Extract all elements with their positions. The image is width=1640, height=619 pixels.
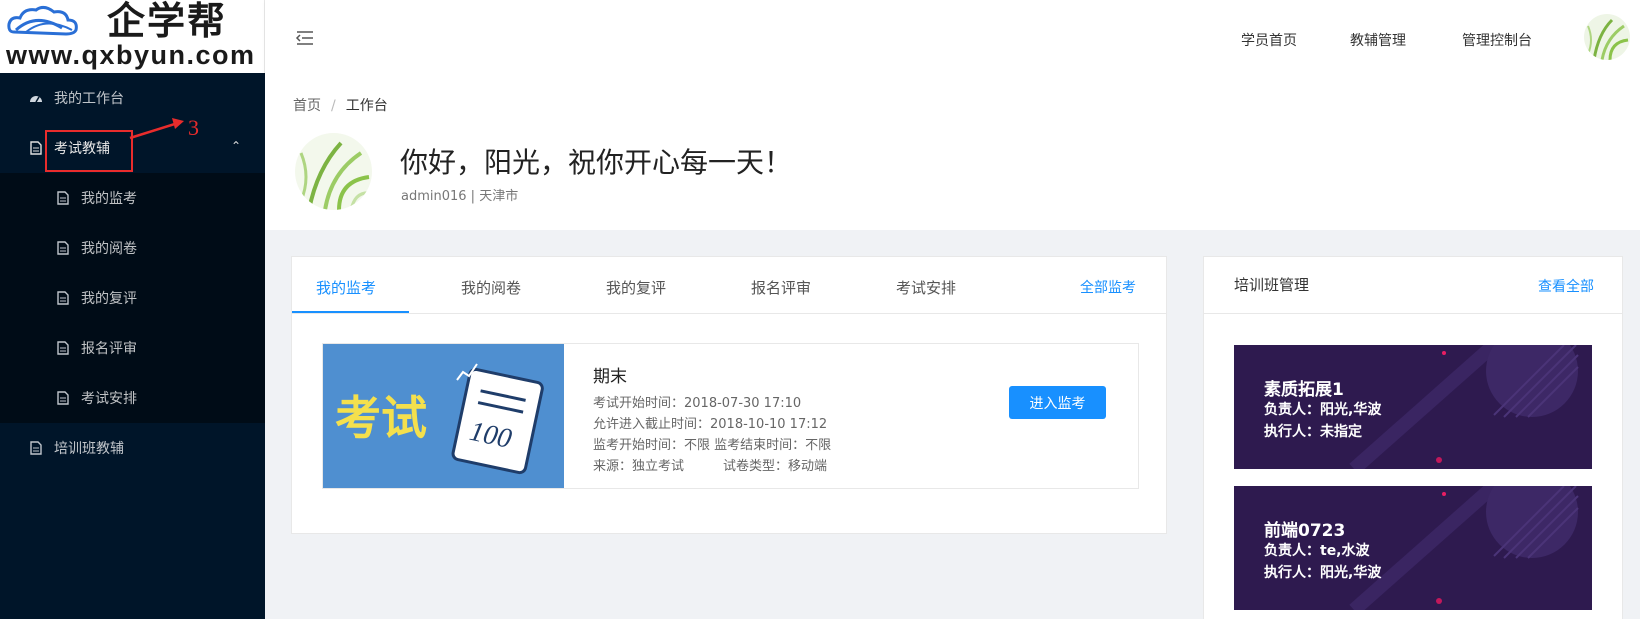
document-icon [55,340,71,356]
exam-tabs: 我的监考 我的阅卷 我的复评 报名评审 考试安排 全部监考 [292,257,1166,314]
annotation-arrow: 3 [129,115,199,140]
tab-my-proctor[interactable]: 我的监考 [316,277,376,298]
logo-name: 企学帮 [107,0,228,43]
breadcrumb-current: 工作台 [345,98,388,114]
nav-student-home[interactable]: 学员首页 [1241,30,1297,50]
nav-admin-console[interactable]: 管理控制台 [1462,30,1532,50]
exam-thumbnail: 考试 100 [323,344,564,488]
nav-tutoring-admin[interactable]: 教辅管理 [1350,30,1406,50]
active-tab-indicator [292,311,409,313]
exam-entry-deadline: 允许进入截止时间：2018-10-10 17:12 [593,417,828,432]
sidebar-item-training-assist[interactable]: 培训班教辅 [0,423,265,473]
greeting-subtitle: admin016 | 天津市 [401,189,519,204]
document-icon [28,440,44,456]
annotation-highlight-box [45,130,133,172]
tab-my-review[interactable]: 我的复评 [606,277,666,298]
exam-source-type: 来源：独立考试 试卷类型：移动端 [593,459,828,474]
class-owner: 负责人：阳光,华波 [1264,402,1382,418]
chevron-up-icon: ⌃ [230,139,241,153]
class-executor: 执行人：阳光,华波 [1264,565,1382,581]
document-icon [28,140,44,156]
all-proctor-link[interactable]: 全部监考 [1080,277,1136,297]
dashboard-icon [28,90,44,106]
top-header: 学员首页 教辅管理 管理控制台 [265,0,1640,73]
menu-fold-icon[interactable] [295,30,315,46]
sidebar-item-my-grading[interactable]: 我的阅卷 [0,223,265,273]
breadcrumb-home[interactable]: 首页 [293,98,321,114]
sidebar-item-registration-review[interactable]: 报名评审 [0,323,265,373]
sidebar-item-exam-schedule[interactable]: 考试安排 [0,373,265,423]
breadcrumb: 首页 / 工作台 [293,98,388,114]
training-panel-header: 培训班管理 查看全部 [1204,257,1622,314]
class-name: 素质拓展1 [1264,380,1344,400]
greeting-title: 你好，阳光，祝你开心每一天！ [400,146,793,179]
sidebar-item-label: 我的工作台 [54,91,124,107]
annotation-number: 3 [188,115,199,140]
tab-my-grading[interactable]: 我的阅卷 [461,277,521,298]
cloud-logo-icon [7,5,78,36]
exam-info: 期末 考试开始时间：2018-07-30 17:10 允许进入截止时间：2018… [593,362,831,477]
profile-avatar [295,133,372,210]
page-header: 首页 / 工作台 你好，阳光，祝你开心每一天！ admin016 | 天津市 [265,73,1640,230]
training-panel-title: 培训班管理 [1234,276,1310,294]
exam-title: 期末 [593,367,627,387]
document-icon [55,190,71,206]
class-executor: 执行人：未指定 [1264,424,1362,440]
tab-exam-schedule[interactable]: 考试安排 [896,277,956,298]
class-owner: 负责人：te,水波 [1264,543,1370,559]
sidebar-item-my-proctor[interactable]: 我的监考 [0,173,265,223]
sidebar-item-label: 报名评审 [81,341,137,357]
thumb-exam-text: 考试 [335,391,427,445]
exam-start-time: 考试开始时间：2018-07-30 17:10 [593,396,802,411]
document-icon [55,240,71,256]
training-panel: 培训班管理 查看全部 素质拓展1 负责人：阳光,华波 执行人：未指定 前端072… [1203,256,1623,619]
sidebar-item-my-review[interactable]: 我的复评 [0,273,265,323]
sidebar-item-label: 培训班教辅 [54,441,124,457]
proctor-time-range: 监考开始时间：不限 监考结束时间：不限 [593,438,832,453]
sidebar-item-label: 我的复评 [81,291,137,307]
sidebar-item-label: 我的监考 [81,191,137,207]
tab-registration-review[interactable]: 报名评审 [751,277,811,298]
view-all-link[interactable]: 查看全部 [1538,276,1594,296]
training-class-card[interactable]: 前端0723 负责人：te,水波 执行人：阳光,华波 [1234,486,1592,610]
training-class-card[interactable]: 素质拓展1 负责人：阳光,华波 执行人：未指定 [1234,345,1592,469]
user-avatar[interactable] [1584,14,1630,60]
sidebar-submenu: 我的监考 我的阅卷 我的复评 报名评审 考试安排 [0,173,265,423]
exam-list-item: 考试 100 期末 考试开始时间：2018-07-30 17:10 允许进入截止… [322,343,1139,489]
document-icon [55,390,71,406]
sidebar-item-label: 我的阅卷 [81,241,137,257]
class-name: 前端0723 [1264,521,1346,541]
exam-panel: 我的监考 我的阅卷 我的复评 报名评审 考试安排 全部监考 考试 100 期末 [291,256,1167,534]
enter-proctor-button[interactable]: 进入监考 [1009,386,1106,419]
document-icon [55,290,71,306]
logo[interactable]: 企学帮 www.qxbyun.com [0,0,265,73]
sidebar: 企学帮 www.qxbyun.com 我的工作台 考试教辅 ⌃ 我的监考 我的阅… [0,0,265,619]
sidebar-item-label: 考试安排 [81,391,137,407]
logo-url: www.qxbyun.com [6,40,256,70]
